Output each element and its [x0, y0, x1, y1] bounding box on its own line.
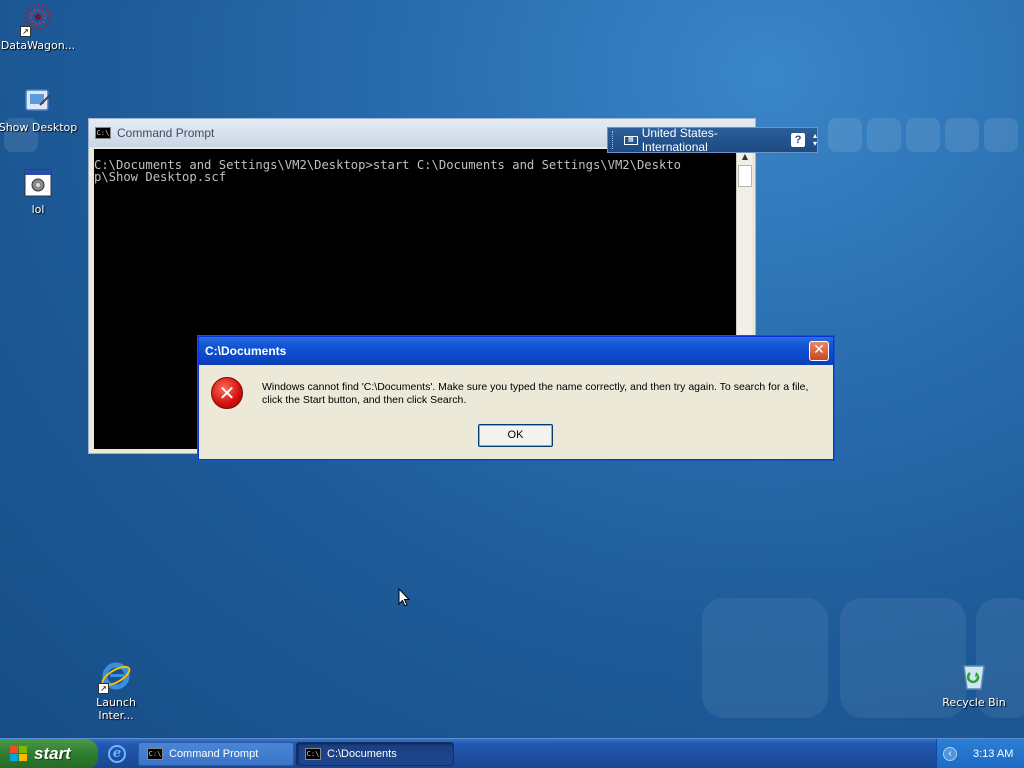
desktop-icon-label: DataWagon... — [0, 39, 76, 52]
scrollbar-thumb[interactable] — [738, 165, 752, 187]
command-prompt-icon: C:\ — [95, 127, 111, 139]
start-button[interactable]: start — [0, 739, 98, 768]
language-label[interactable]: United States-International — [642, 126, 782, 154]
help-icon[interactable]: ? — [791, 133, 805, 147]
ok-button[interactable]: OK — [478, 424, 553, 447]
background-tile — [867, 118, 901, 152]
start-label: start — [34, 744, 71, 763]
console-line: p\Show Desktop.scf — [94, 170, 227, 184]
system-tray: ‹ 3:13 AM — [936, 739, 1024, 768]
desktop-icon-label: Show Desktop — [0, 121, 78, 134]
desktop: ↗ DataWagon... Show Desktop lol ↗ Launch… — [0, 0, 1024, 738]
taskbar-button-command-prompt[interactable]: C:\ Command Prompt — [138, 742, 294, 766]
taskbar-button-documents[interactable]: C:\ C:\Documents — [296, 742, 454, 766]
desktop-icon-launch-internet-explorer[interactable]: ↗ Launch Inter... — [76, 660, 156, 722]
dialog-title: C:\Documents — [205, 344, 287, 358]
background-tile — [828, 118, 862, 152]
background-tile — [702, 598, 828, 718]
internet-explorer-icon[interactable]: e — [108, 745, 126, 763]
show-hidden-icons-chevron-icon[interactable]: ‹ — [943, 747, 957, 761]
recycle-bin-icon — [958, 660, 990, 692]
error-dialog[interactable]: C:\Documents ✕ ✕ Windows cannot find 'C:… — [198, 336, 834, 460]
desktop-icon-label: Launch Inter... — [96, 696, 136, 722]
internet-explorer-icon: ↗ — [98, 660, 132, 694]
background-tile — [984, 118, 1018, 152]
error-icon: ✕ — [211, 377, 243, 409]
clock[interactable]: 3:13 AM — [973, 748, 1013, 760]
background-tile — [945, 118, 979, 152]
desktop-icon-lol[interactable]: lol — [0, 167, 78, 216]
desktop-icon-label: lol — [31, 203, 45, 216]
mouse-cursor-icon — [398, 588, 410, 607]
taskbar-button-label: Command Prompt — [169, 748, 259, 760]
datawagon-icon: ↗ — [20, 3, 54, 37]
close-icon[interactable]: ✕ — [809, 341, 829, 361]
options-icon[interactable]: ▴ ▾ — [813, 132, 817, 148]
dialog-message: Windows cannot find 'C:\Documents'. Make… — [262, 381, 809, 406]
command-prompt-title: Command Prompt — [117, 126, 215, 140]
show-desktop-icon — [22, 85, 54, 117]
dialog-titlebar[interactable]: C:\Documents — [199, 337, 833, 365]
taskbar: start e C:\ Command Prompt C:\ C:\Docume… — [0, 738, 1024, 768]
background-tile — [906, 118, 940, 152]
desktop-icon-show-desktop[interactable]: Show Desktop — [0, 85, 78, 134]
shortcut-arrow-icon: ↗ — [20, 26, 31, 37]
command-prompt-icon: C:\ — [147, 748, 163, 760]
desktop-icon-datawagon[interactable]: ↗ DataWagon... — [0, 3, 78, 52]
windows-logo-icon — [10, 746, 28, 762]
taskbar-button-label: C:\Documents — [327, 748, 397, 760]
grip-handle[interactable] — [612, 131, 618, 149]
keyboard-icon: ▦ — [623, 135, 638, 145]
desktop-icon-label: Recycle Bin — [942, 696, 1006, 709]
shortcut-arrow-icon: ↗ — [98, 683, 109, 694]
language-bar[interactable]: ▦ United States-International ? ▴ ▾ — [607, 126, 818, 154]
program-icon — [22, 167, 54, 199]
desktop-icon-recycle-bin[interactable]: Recycle Bin — [934, 660, 1014, 709]
command-prompt-icon: C:\ — [305, 748, 321, 760]
